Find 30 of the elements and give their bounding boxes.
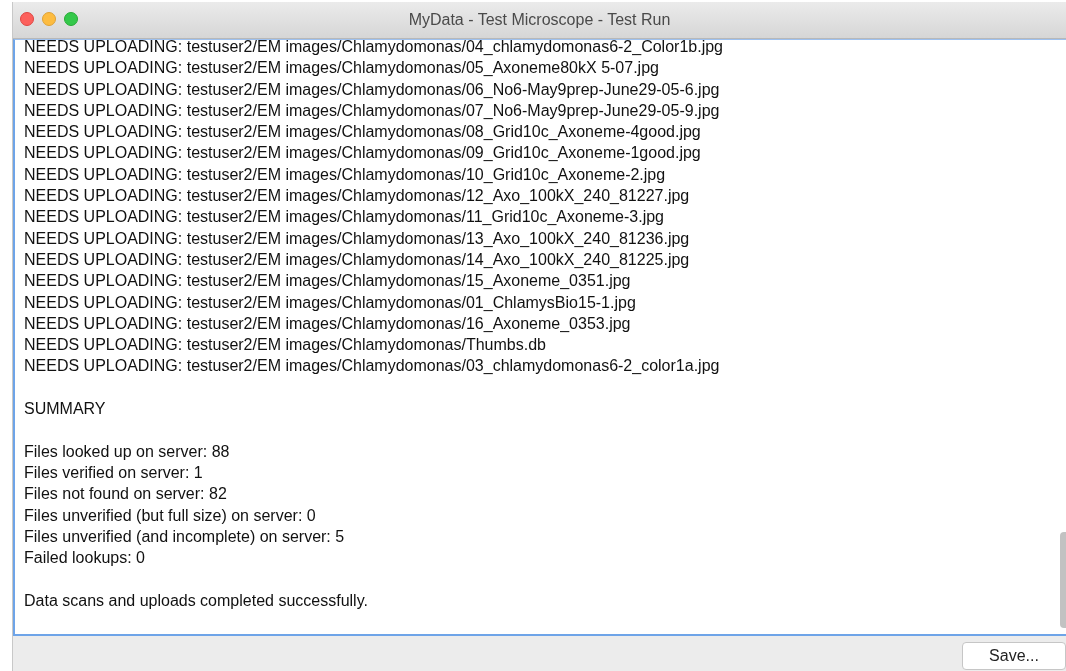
save-button[interactable]: Save...: [962, 642, 1066, 670]
log-line: NEEDS UPLOADING: testuser2/EM images/Chlamydomonas/04_chlamydomonas6-2_Color1b.jpg: [24, 40, 723, 57]
log-line: Files unverified (and incomplete) on server: 5: [24, 526, 345, 547]
log-line: NEEDS UPLOADING: testuser2/EM images/Chlamydomonas/01_ChlamysBio15-1.jpg: [24, 292, 636, 313]
log-line: SUMMARY: [24, 399, 106, 420]
log-line: NEEDS UPLOADING: testuser2/EM images/Chlamydomonas/05_Axoneme80kX 5-07.jpg: [24, 58, 659, 79]
log-line: NEEDS UPLOADING: testuser2/EM images/Chlamydomonas/16_Axoneme_0353.jpg: [24, 313, 631, 334]
close-icon[interactable]: [20, 12, 34, 26]
log-line: NEEDS UPLOADING: testuser2/EM images/Chlamydomonas/08_Grid10c_Axoneme-4good.jpg: [24, 122, 701, 143]
log-line: NEEDS UPLOADING: testuser2/EM images/Chlamydomonas/06_No6-May9prep-June29-05-6.jpg: [24, 79, 720, 100]
log-line: Data scans and uploads completed successfully.: [24, 590, 368, 611]
window-title: MyData - Test Microscope - Test Run: [408, 11, 671, 29]
log-line: Files verified on server: 1: [24, 462, 203, 483]
log-line: NEEDS UPLOADING: testuser2/EM images/Chlamydomonas/13_Axo_100kX_240_81236.jpg: [24, 228, 690, 249]
log-line: Files unverified (but full size) on server: 0: [24, 505, 316, 526]
log-line: NEEDS UPLOADING: testuser2/EM images/Chlamydomonas/11_Grid10c_Axoneme-3.jpg: [24, 207, 664, 228]
log-line: NEEDS UPLOADING: testuser2/EM images/Chlamydomonas/10_Grid10c_Axoneme-2.jpg: [24, 164, 666, 185]
log-line: NEEDS UPLOADING: testuser2/EM images/Chlamydomonas/15_Axoneme_0351.jpg: [24, 271, 631, 292]
minimize-icon[interactable]: [42, 12, 56, 26]
log-line: Files not found on server: 82: [24, 484, 227, 505]
log-line: NEEDS UPLOADING: testuser2/EM images/Chlamydomonas/07_No6-May9prep-June29-05-9.jpg: [24, 100, 720, 121]
log-line: NEEDS UPLOADING: testuser2/EM images/Chlamydomonas/03_chlamydomonas6-2_color1a.jpg: [24, 356, 720, 377]
scrollbar-thumb[interactable]: [1060, 532, 1066, 628]
log-line: Files looked up on server: 88: [24, 441, 230, 462]
log-line: NEEDS UPLOADING: testuser2/EM images/Chlamydomonas/09_Grid10c_Axoneme-1good.jpg: [24, 143, 701, 164]
log-line: Failed lookups: 0: [24, 548, 145, 569]
log-line: NEEDS UPLOADING: testuser2/EM images/Chlamydomonas/Thumbs.db: [24, 335, 546, 356]
log-line: NEEDS UPLOADING: testuser2/EM images/Chlamydomonas/14_Axo_100kX_240_81225.jpg: [24, 249, 690, 270]
log-line: NEEDS UPLOADING: testuser2/EM images/Chlamydomonas/12_Axo_100kX_240_81227.jpg: [24, 186, 690, 207]
zoom-icon[interactable]: [64, 12, 78, 26]
